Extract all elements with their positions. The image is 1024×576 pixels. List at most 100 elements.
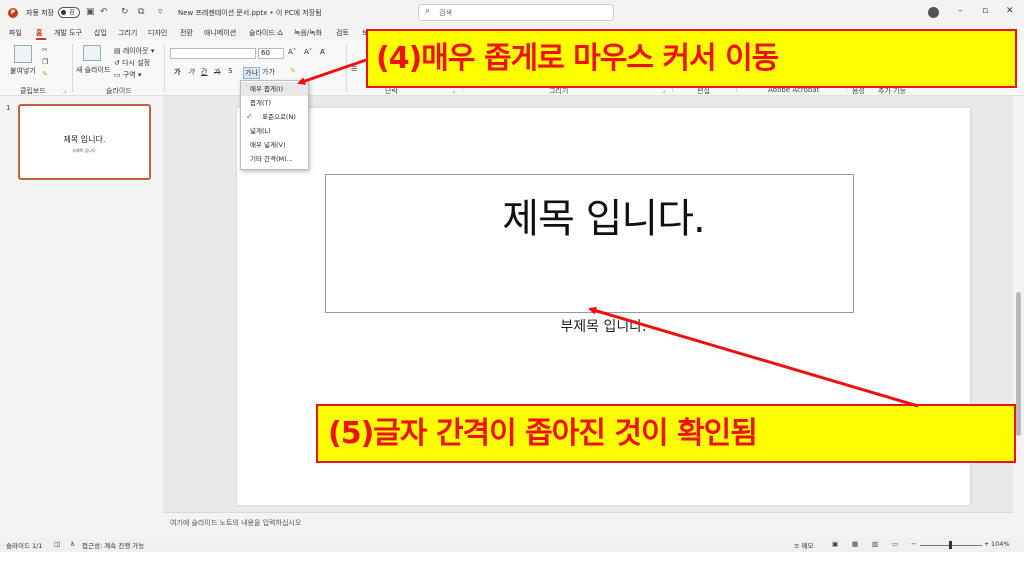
vertical-scrollbar[interactable] (1013, 96, 1024, 538)
from-beginning-icon[interactable]: ⧉ (138, 7, 144, 18)
undo-icon[interactable]: ↶ (100, 7, 108, 18)
language-icon[interactable]: ◫ (54, 540, 60, 548)
menu-item-label: 넓게(L) (250, 127, 271, 135)
accessibility-status[interactable]: 접근성: 계속 진행 가능 (82, 540, 144, 550)
new-slide-icon[interactable] (83, 45, 101, 61)
customize-qat-icon[interactable]: ▿ (158, 7, 163, 18)
tab-slideshow[interactable]: 슬라이드 쇼 (249, 28, 283, 38)
slide-count: 슬라이드 1/1 (6, 542, 43, 550)
character-spacing-button[interactable]: 가나 (243, 67, 260, 79)
paste-button[interactable]: 붙여넣기 (10, 66, 36, 76)
italic-icon[interactable]: 가 (188, 67, 194, 77)
annotation-step4: (4)매우 좁게로 마우스 커서 이동 (366, 29, 1017, 88)
slideshow-view-icon[interactable]: ▭ (892, 540, 898, 548)
reset-button[interactable]: ↺ 다시 설정 (114, 58, 150, 68)
notes-placeholder: 여기에 슬라이드 노트의 내용을 입력하십시오 (170, 519, 302, 527)
menu-item-normal[interactable]: ✓ 표준으로(N) (241, 110, 308, 124)
menu-item-tight[interactable]: 좁게(T) (241, 96, 308, 110)
normal-view-icon[interactable]: ▣ (832, 540, 838, 548)
thumbnail-subtitle: 부제목 입니다. (72, 148, 97, 153)
menu-item-very-tight[interactable]: 매우 좁게(I) (241, 82, 308, 96)
menu-item-label: 매우 좁게(I) (250, 85, 283, 93)
save-icon[interactable]: ▣ (86, 7, 95, 18)
clipboard-launcher-icon[interactable]: ⌟ (63, 86, 66, 94)
accessibility-icon[interactable]: ♿ (70, 540, 76, 548)
search-placeholder: 검색 (439, 9, 452, 17)
strikethrough-icon[interactable]: 가 (214, 67, 220, 77)
paste-icon[interactable] (14, 45, 32, 63)
tab-design[interactable]: 디자인 (148, 28, 167, 38)
notes-toggle-label: 메모 (801, 542, 814, 550)
grow-font-icon[interactable]: A˄ (288, 48, 296, 56)
restore-icon[interactable]: ▫ (982, 6, 988, 16)
scrollbar-thumb[interactable] (1016, 292, 1021, 436)
powerpoint-logo-icon: P (8, 8, 18, 18)
tab-home[interactable]: 홈 (36, 28, 42, 38)
clear-format-icon[interactable]: A̸ (320, 48, 325, 56)
slides-group-label: 슬라이드 (106, 87, 132, 95)
menu-item-label: 기타 간격(M)... (250, 155, 293, 163)
autosave-toggle[interactable]: 끔 (58, 7, 80, 18)
underline-icon[interactable]: 간 (201, 67, 207, 77)
zoom-out-icon[interactable]: − (911, 540, 916, 548)
change-case-icon[interactable]: 가가 (262, 67, 275, 77)
group-separator (72, 44, 73, 92)
autosave-label: 자동 저장 (26, 9, 54, 17)
menu-item-very-loose[interactable]: 매우 넓게(V) (241, 138, 308, 152)
slide-sorter-icon[interactable]: ▦ (852, 540, 858, 548)
menu-item-loose[interactable]: 넓게(L) (241, 124, 308, 138)
zoom-level[interactable]: 104% (991, 540, 1010, 548)
character-spacing-menu: 매우 좁게(I) 좁게(T) ✓ 표준으로(N) 넓게(L) 매우 넓게(V) 기… (240, 80, 309, 170)
tab-developer[interactable]: 개발 도구 (54, 28, 82, 38)
slide-number: 1 (6, 104, 11, 112)
redo-icon[interactable]: ↻ (121, 7, 129, 18)
group-separator (164, 44, 165, 92)
search-icon: ⌕ (425, 6, 431, 16)
align-left-icon[interactable]: ☰ (351, 65, 357, 73)
zoom-in-icon[interactable]: + (984, 540, 989, 548)
notes-toggle[interactable]: ≡ 메모 (794, 540, 813, 550)
tab-draw[interactable]: 그리기 (118, 28, 137, 38)
clipboard-group-label: 클립보드 (20, 87, 46, 95)
new-slide-button[interactable]: 새 슬라이드 (76, 65, 110, 75)
avatar[interactable] (928, 7, 939, 18)
slide-title[interactable]: 제목 입니다. (237, 186, 970, 252)
below-window (0, 552, 1024, 576)
menu-item-more-spacing[interactable]: 기타 간격(M)... (241, 152, 308, 166)
text-shadow-icon[interactable]: S (228, 67, 232, 75)
menu-item-label: 좁게(T) (250, 99, 272, 107)
zoom-slider-handle[interactable] (949, 541, 952, 549)
layout-button[interactable]: ▤ 레이아웃 ▾ (114, 46, 154, 56)
bold-icon[interactable]: 가 (174, 67, 180, 77)
minimize-icon[interactable]: – (958, 6, 963, 16)
menu-item-label: 매우 넓게(V) (250, 141, 286, 149)
status-bar: 슬라이드 1/1 ◫ ♿ 접근성: 계속 진행 가능 ≡ 메모 ▣ ▦ ▥ ▭ … (0, 538, 1024, 552)
tab-record[interactable]: 녹음/녹화 (294, 28, 322, 38)
tab-review[interactable]: 검토 (336, 28, 349, 38)
tab-transitions[interactable]: 전환 (180, 28, 193, 38)
tab-insert[interactable]: 삽입 (94, 28, 107, 38)
reset-label: 다시 설정 (122, 59, 151, 67)
layout-label: 레이아웃 (122, 47, 149, 55)
font-name-box[interactable] (170, 48, 256, 59)
font-size-box[interactable]: 60 (258, 48, 284, 59)
copy-icon[interactable]: ❐ (42, 58, 48, 66)
shrink-font-icon[interactable]: A˅ (304, 48, 312, 56)
slide-thumbnail[interactable]: 제목 입니다. 부제목 입니다. (18, 104, 151, 180)
search-box[interactable]: ⌕ 검색 (418, 4, 614, 21)
reading-view-icon[interactable]: ▥ (872, 540, 878, 548)
cut-icon[interactable]: ✂ (42, 46, 48, 54)
section-button[interactable]: ▭ 구역 ▾ (114, 70, 141, 80)
tab-file[interactable]: 파일 (9, 28, 22, 38)
format-painter-icon[interactable]: ✎ (42, 70, 48, 78)
autosave-state: 끔 (69, 9, 75, 16)
checkmark-icon: ✓ (246, 112, 253, 121)
tab-animations[interactable]: 애니메이션 (204, 28, 236, 38)
title-bar: P 자동 저장 끔 ▣ ↶ ↻ ⧉ ▿ New 프레젠테이션 문서.pptx •… (0, 0, 1024, 26)
notes-pane[interactable]: 여기에 슬라이드 노트의 내용을 입력하십시오 (163, 512, 1013, 538)
close-icon[interactable]: ✕ (1006, 6, 1014, 16)
thumbnail-title: 제목 입니다. (63, 135, 106, 144)
slide-subtitle[interactable]: 부제목 입니다. (237, 318, 970, 336)
toggle-knob (61, 10, 66, 15)
highlight-icon[interactable]: ✎ (290, 67, 296, 75)
